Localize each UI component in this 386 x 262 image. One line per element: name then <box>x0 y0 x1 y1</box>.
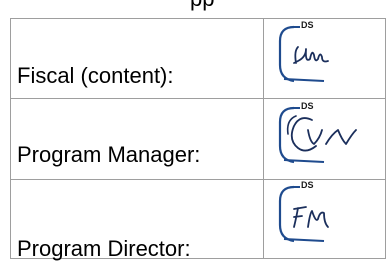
label-cell: Fiscal (content): <box>10 18 264 99</box>
ds-badge: DS <box>300 20 315 30</box>
signature-row: Program Manager: DS <box>10 98 386 180</box>
signature-cv-icon <box>286 115 357 152</box>
program-director-label: Program Director: <box>17 236 191 261</box>
ds-badge: DS <box>300 180 315 190</box>
signature-lm-icon <box>293 46 329 64</box>
signature-cell: DS <box>263 18 386 99</box>
program-manager-label: Program Manager: <box>17 142 201 167</box>
signature-cell: DS <box>263 179 386 259</box>
docusign-signature-program-manager: DS <box>272 101 386 170</box>
signature-row: Fiscal (content): DS <box>10 18 386 99</box>
signature-fm-icon <box>293 206 329 228</box>
header-fragment: pp <box>190 0 214 12</box>
fiscal-content-label: Fiscal (content): <box>17 63 174 88</box>
signature-table: Fiscal (content): DS Program Manager: DS… <box>10 18 386 261</box>
ds-badge: DS <box>300 101 315 111</box>
label-cell: Program Director: <box>10 179 264 261</box>
docusign-signature-fiscal: DS <box>272 20 386 89</box>
signature-row: Program Director: DS <box>10 179 386 261</box>
signature-cell: DS <box>263 98 386 180</box>
label-cell: Program Manager: <box>10 98 264 180</box>
docusign-signature-program-director: DS <box>272 180 386 249</box>
